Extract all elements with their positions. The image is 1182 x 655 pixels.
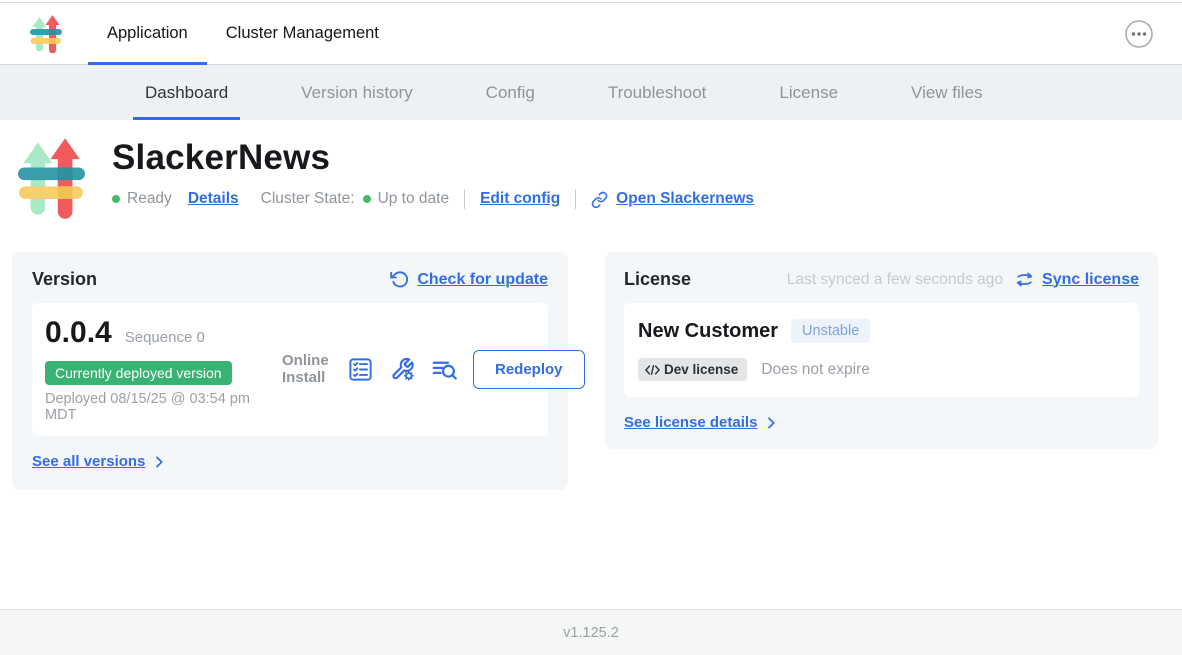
install-type-label: Online Install [282,353,332,387]
app-footer: v1.125.2 [0,609,1182,655]
see-license-details-link[interactable]: See license details [624,414,757,431]
primary-nav: Application Cluster Management [88,3,398,64]
subnav-tab-troubleshoot-label: Troubleshoot [608,83,707,103]
app-hero: SlackerNews Ready Details Cluster State:… [0,120,1182,219]
cluster-state-text: Up to date [378,190,450,208]
code-icon [644,363,661,377]
cluster-state-label: Cluster State: [261,190,355,208]
deployed-version-badge: Currently deployed version [45,361,232,385]
version-actions: Online Install [282,316,585,423]
edit-config-link[interactable]: Edit config [480,190,560,208]
tab-cluster-management-label: Cluster Management [226,24,379,43]
see-all-versions[interactable]: See all versions [32,453,548,470]
preflight-checks-button[interactable] [347,356,374,383]
license-sync-area: Last synced a few seconds ago Sync licen… [787,270,1139,289]
dashboard-cards: Version Check for update 0.0.4 Sequence … [12,252,1158,490]
version-number: 0.0.4 [45,316,112,350]
subnav-tab-view-files[interactable]: View files [899,65,995,120]
check-for-update[interactable]: Check for update [390,270,548,289]
status-divider [464,189,465,209]
subnav-tab-dashboard[interactable]: Dashboard [133,65,240,120]
status-divider [575,189,576,209]
license-card-header: License Last synced a few seconds ago Sy… [624,269,1139,290]
status-details-link[interactable]: Details [188,190,239,208]
log-search-icon [431,356,458,383]
redeploy-button[interactable]: Redeploy [473,350,585,389]
license-card-title: License [624,269,691,290]
channel-badge: Unstable [791,319,870,343]
wrench-gear-icon [389,356,416,383]
tab-application[interactable]: Application [88,3,207,64]
check-for-update-link[interactable]: Check for update [417,271,548,289]
version-sequence: Sequence 0 [125,329,205,346]
customer-name: New Customer [638,320,778,343]
subnav-tab-config-label: Config [486,83,535,103]
subnav-tab-license[interactable]: License [767,65,850,120]
tab-cluster-management[interactable]: Cluster Management [207,3,398,64]
version-card-title: Version [32,269,97,290]
license-type-badge: Dev license [638,358,747,381]
sync-license-link[interactable]: Sync license [1042,271,1139,289]
version-info: 0.0.4 Sequence 0 Currently deployed vers… [45,316,282,423]
subnav-tab-version-history[interactable]: Version history [289,65,425,120]
app-logo [18,137,85,219]
see-all-versions-link[interactable]: See all versions [32,453,145,470]
license-panel: New Customer Unstable Dev license Does n… [624,303,1139,397]
app-status-text: Ready [127,190,172,208]
hash-arrows-logo-icon [18,137,85,219]
version-card-header: Version Check for update [32,269,548,290]
edit-config-button[interactable] [389,356,416,383]
cluster-state-dot [363,195,371,203]
app-status-row: Ready Details Cluster State: Up to date … [112,189,754,209]
console-version: v1.125.2 [563,625,619,641]
customer-row: New Customer Unstable [638,319,1125,343]
subnav-tab-dashboard-label: Dashboard [145,83,228,103]
license-type-badge-label: Dev license [664,362,738,377]
brand-logo [30,15,62,53]
subnav-tab-config[interactable]: Config [474,65,547,120]
overflow-menu-button[interactable] [1124,19,1154,49]
chevron-right-icon [763,415,779,431]
current-version-panel: 0.0.4 Sequence 0 Currently deployed vers… [32,303,548,436]
view-diff-button[interactable] [431,356,458,383]
subnav-tab-version-history-label: Version history [301,83,413,103]
page-title: SlackerNews [112,138,754,178]
refresh-icon [390,270,409,289]
license-expiry: Does not expire [761,361,870,379]
version-card: Version Check for update 0.0.4 Sequence … [12,252,568,490]
ellipsis-circle-icon [1124,19,1154,49]
top-header: Application Cluster Management [0,3,1182,65]
last-synced-text: Last synced a few seconds ago [787,271,1003,289]
version-number-row: 0.0.4 Sequence 0 [45,316,282,350]
app-status-dot [112,195,120,203]
subnav-tab-troubleshoot[interactable]: Troubleshoot [596,65,719,120]
app-subnav: Dashboard Version history Config Trouble… [0,65,1182,120]
see-license-details[interactable]: See license details [624,414,1139,431]
open-app-link[interactable]: Open Slackernews [616,190,754,208]
tab-application-label: Application [107,24,188,43]
subnav-tab-license-label: License [779,83,838,103]
license-type-row: Dev license Does not expire [638,358,1125,381]
hash-arrows-logo-icon [30,15,62,53]
external-link-icon [591,191,608,208]
app-hero-text: SlackerNews Ready Details Cluster State:… [112,137,754,219]
chevron-right-icon [151,454,167,470]
deployed-timestamp: Deployed 08/15/25 @ 03:54 pm MDT [45,392,270,423]
sync-arrows-icon [1015,270,1034,289]
license-card: License Last synced a few seconds ago Sy… [605,252,1158,449]
checklist-icon [347,356,374,383]
subnav-tab-view-files-label: View files [911,83,983,103]
